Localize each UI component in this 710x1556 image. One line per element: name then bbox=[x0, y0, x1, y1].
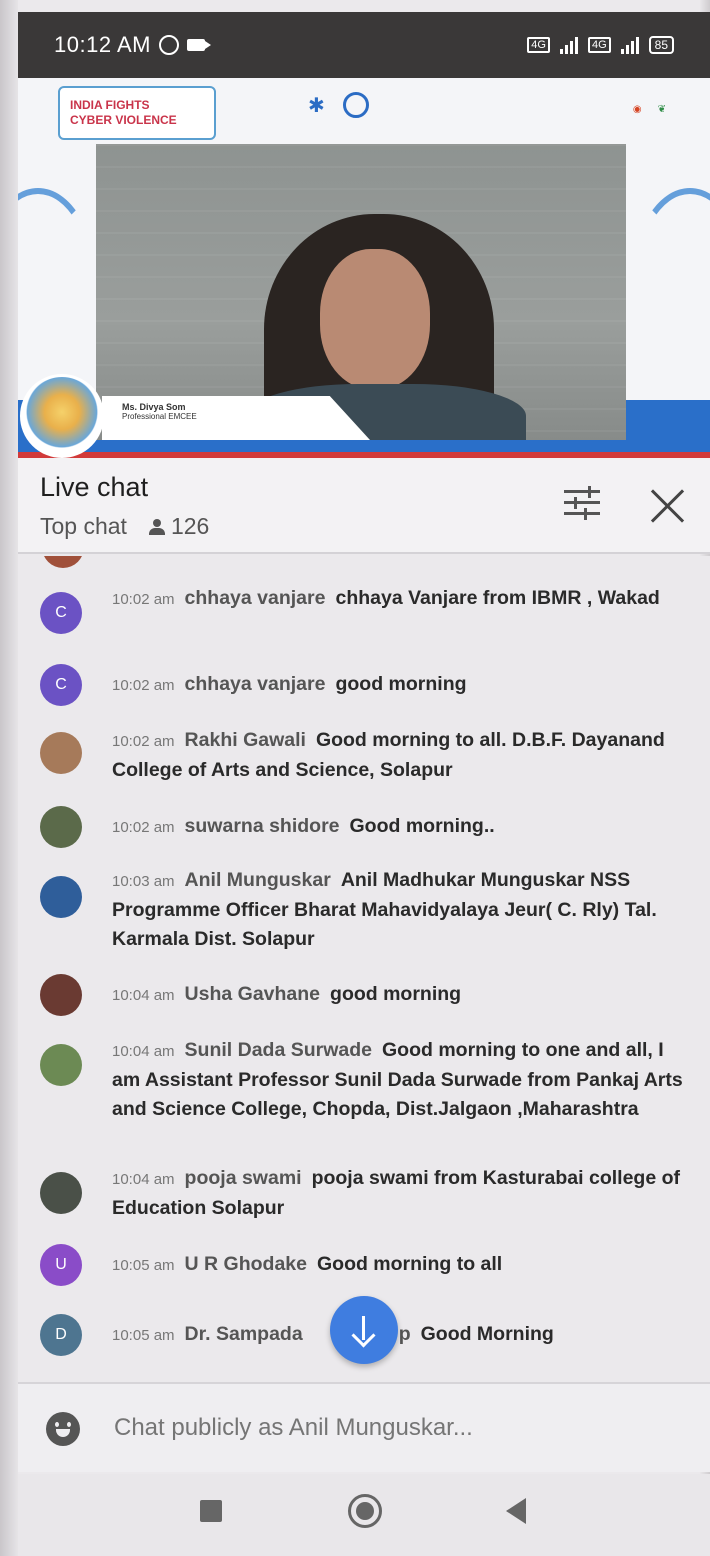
system-nav-bar bbox=[18, 1474, 710, 1556]
message-time: 10:03 am bbox=[112, 873, 175, 890]
viewers-icon bbox=[148, 518, 165, 535]
chat-input-bar bbox=[18, 1382, 710, 1472]
photo-frame-left bbox=[0, 0, 18, 1556]
avatar: C bbox=[40, 664, 82, 706]
partner-logo-red: ◉ bbox=[632, 104, 642, 115]
alarm-icon bbox=[158, 35, 179, 55]
home-icon[interactable] bbox=[348, 1494, 382, 1528]
avatar bbox=[42, 556, 84, 568]
status-time: 10:12 AM bbox=[54, 32, 151, 57]
avatar bbox=[40, 732, 82, 774]
event-banner-line1: INDIA FIGHTS bbox=[70, 98, 150, 112]
sponsor-logos: ✱ bbox=[308, 92, 369, 118]
message-time: 10:04 am bbox=[112, 1043, 175, 1060]
message-time: 10:04 am bbox=[112, 1171, 175, 1188]
message-text: Good morning to all bbox=[316, 1253, 503, 1275]
avatar: C bbox=[40, 592, 82, 634]
decorative-curve bbox=[630, 188, 710, 388]
message-author: pooja swami bbox=[184, 1167, 302, 1189]
message-author: Sunil Dada Surwade bbox=[184, 1039, 373, 1061]
emoji-icon[interactable] bbox=[46, 1412, 80, 1446]
chat-input[interactable] bbox=[114, 1414, 674, 1442]
event-brain-logo bbox=[20, 374, 104, 458]
decorative-curve bbox=[18, 188, 98, 388]
sim1-network-badge: 4G bbox=[527, 37, 550, 53]
video-player[interactable]: INDIA FIGHTS CYBER VIOLENCE ✱ ◉ ❦ Ms. Di… bbox=[18, 78, 710, 458]
avatar bbox=[40, 1044, 82, 1086]
message-text: Good Morning bbox=[420, 1323, 554, 1345]
message-time: 10:02 am bbox=[112, 677, 175, 694]
message-text: Good morning.. bbox=[349, 815, 495, 837]
speaker-name: Ms. Divya Som bbox=[122, 402, 186, 412]
message-author: U R Ghodake bbox=[184, 1253, 307, 1275]
speaker-name-plate: Ms. Divya Som Professional EMCEE bbox=[102, 396, 370, 440]
message-time: 10:04 am bbox=[112, 987, 175, 1004]
chat-mode-label[interactable]: Top chat bbox=[40, 513, 127, 540]
chat-settings-button[interactable] bbox=[564, 486, 602, 520]
signal-strength-icon bbox=[620, 36, 639, 54]
status-bar: 10:12 AM 4G 4G 85 bbox=[18, 12, 710, 78]
event-banner: INDIA FIGHTS CYBER VIOLENCE bbox=[58, 86, 216, 140]
signal-strength-icon bbox=[559, 36, 578, 54]
back-icon[interactable] bbox=[506, 1498, 526, 1524]
speaker-face bbox=[320, 249, 430, 389]
event-banner-line2: CYBER VIOLENCE bbox=[70, 113, 177, 127]
message-time: 10:02 am bbox=[112, 819, 175, 836]
message-author: Usha Gavhane bbox=[184, 983, 321, 1005]
avatar: U bbox=[40, 1244, 82, 1286]
live-chat-header: Live chat Top chat 126 bbox=[18, 458, 710, 554]
sponsor-star-logo: ✱ bbox=[308, 94, 325, 117]
message-author: Anil Munguskar bbox=[184, 869, 331, 891]
partner-logos: ◉ ❦ bbox=[633, 104, 666, 115]
message-author: chhaya vanjare bbox=[184, 673, 326, 695]
message-text: chhaya Vanjare from IBMR , Wakad bbox=[335, 587, 660, 609]
message-author: Dr. Sampada bbox=[184, 1323, 303, 1345]
partner-logo-green: ❦ bbox=[657, 104, 666, 115]
close-chat-button[interactable] bbox=[648, 484, 688, 524]
chat-mode-selector[interactable]: Top chat 126 bbox=[40, 513, 209, 540]
recent-apps-icon[interactable] bbox=[200, 1500, 222, 1522]
message-author: suwarna shidore bbox=[184, 815, 340, 837]
video-recording-icon bbox=[186, 39, 211, 51]
message-author: Rakhi Gawali bbox=[184, 729, 306, 751]
viewer-count: 126 bbox=[170, 513, 210, 539]
avatar: D bbox=[40, 1314, 82, 1356]
sim2-network-badge: 4G bbox=[587, 37, 611, 53]
message-time: 10:05 am bbox=[112, 1257, 175, 1274]
sponsor-circle-logo bbox=[342, 92, 369, 118]
message-time: 10:02 am bbox=[112, 733, 175, 750]
message-time: 10:05 am bbox=[112, 1327, 175, 1344]
avatar bbox=[40, 806, 82, 848]
battery-icon: 85 bbox=[648, 36, 674, 54]
message-time: 10:02 am bbox=[112, 591, 175, 608]
avatar bbox=[40, 876, 82, 918]
live-chat-title: Live chat bbox=[40, 472, 149, 502]
speaker-role: Professional EMCEE bbox=[122, 412, 197, 421]
scroll-to-latest-button[interactable] bbox=[330, 1296, 398, 1364]
avatar bbox=[40, 1172, 82, 1214]
message-text: good morning bbox=[335, 673, 467, 695]
message-author-suffix: p bbox=[398, 1323, 411, 1345]
message-author: chhaya vanjare bbox=[184, 587, 326, 609]
speaker-webcam-feed bbox=[96, 144, 626, 440]
avatar bbox=[40, 974, 82, 1016]
chat-message-list[interactable]: C 10:02 am chhaya vanjare chhaya Vanjare f… bbox=[18, 556, 710, 1382]
message-text: good morning bbox=[330, 983, 462, 1005]
